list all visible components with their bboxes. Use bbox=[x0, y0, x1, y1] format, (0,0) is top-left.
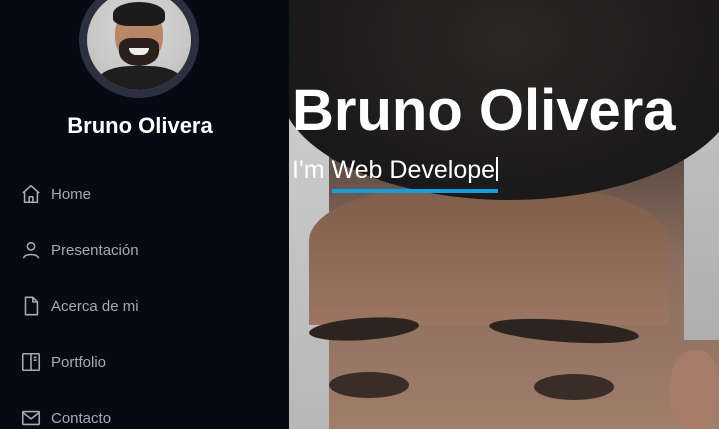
nav-item-home[interactable]: Home bbox=[0, 166, 289, 222]
profile-name[interactable]: Bruno Olivera bbox=[0, 113, 280, 139]
envelope-icon bbox=[21, 410, 41, 426]
avatar-hair bbox=[113, 2, 165, 26]
home-icon bbox=[22, 184, 40, 204]
nav-item-portfolio[interactable]: Portfolio bbox=[0, 334, 289, 390]
hero-section: Bruno Olivera I'm Web Develope bbox=[289, 0, 719, 429]
nav-label-contacto: Contacto bbox=[51, 409, 112, 427]
file-icon bbox=[24, 296, 39, 316]
book-half-icon bbox=[21, 352, 41, 372]
hero-photo-face bbox=[309, 185, 669, 325]
nav-item-acerca[interactable]: Acerca de mi bbox=[0, 278, 289, 334]
nav-item-contacto[interactable]: Contacto bbox=[0, 390, 289, 429]
hero-photo-ear bbox=[669, 350, 719, 429]
nav-label-portfolio: Portfolio bbox=[51, 353, 107, 371]
person-icon bbox=[22, 241, 40, 259]
nav-label-home: Home bbox=[51, 185, 92, 203]
typing-cursor bbox=[496, 157, 499, 181]
nav-label-presentacion: Presentación bbox=[51, 241, 139, 259]
typed-text: Web Develope bbox=[331, 156, 499, 193]
hero-title: Bruno Olivera bbox=[292, 78, 676, 143]
hero-photo-eye-left bbox=[329, 372, 409, 398]
typed-text-value: Web Develope bbox=[331, 156, 496, 184]
nav-menu: Home Presentación Acerca de mi Portfolio… bbox=[0, 166, 289, 429]
nav-item-presentacion[interactable]: Presentación bbox=[0, 222, 289, 278]
hero-subtitle-prefix: I'm bbox=[292, 156, 325, 184]
nav-label-acerca: Acerca de mi bbox=[51, 297, 139, 315]
sidebar: Bruno Olivera Home Presentación Acerca d… bbox=[0, 0, 289, 429]
hero-photo-eye-right bbox=[534, 374, 614, 400]
avatar-shirt bbox=[97, 66, 183, 90]
hero-subtitle: I'm Web Develope bbox=[292, 156, 499, 193]
avatar[interactable] bbox=[79, 0, 199, 98]
